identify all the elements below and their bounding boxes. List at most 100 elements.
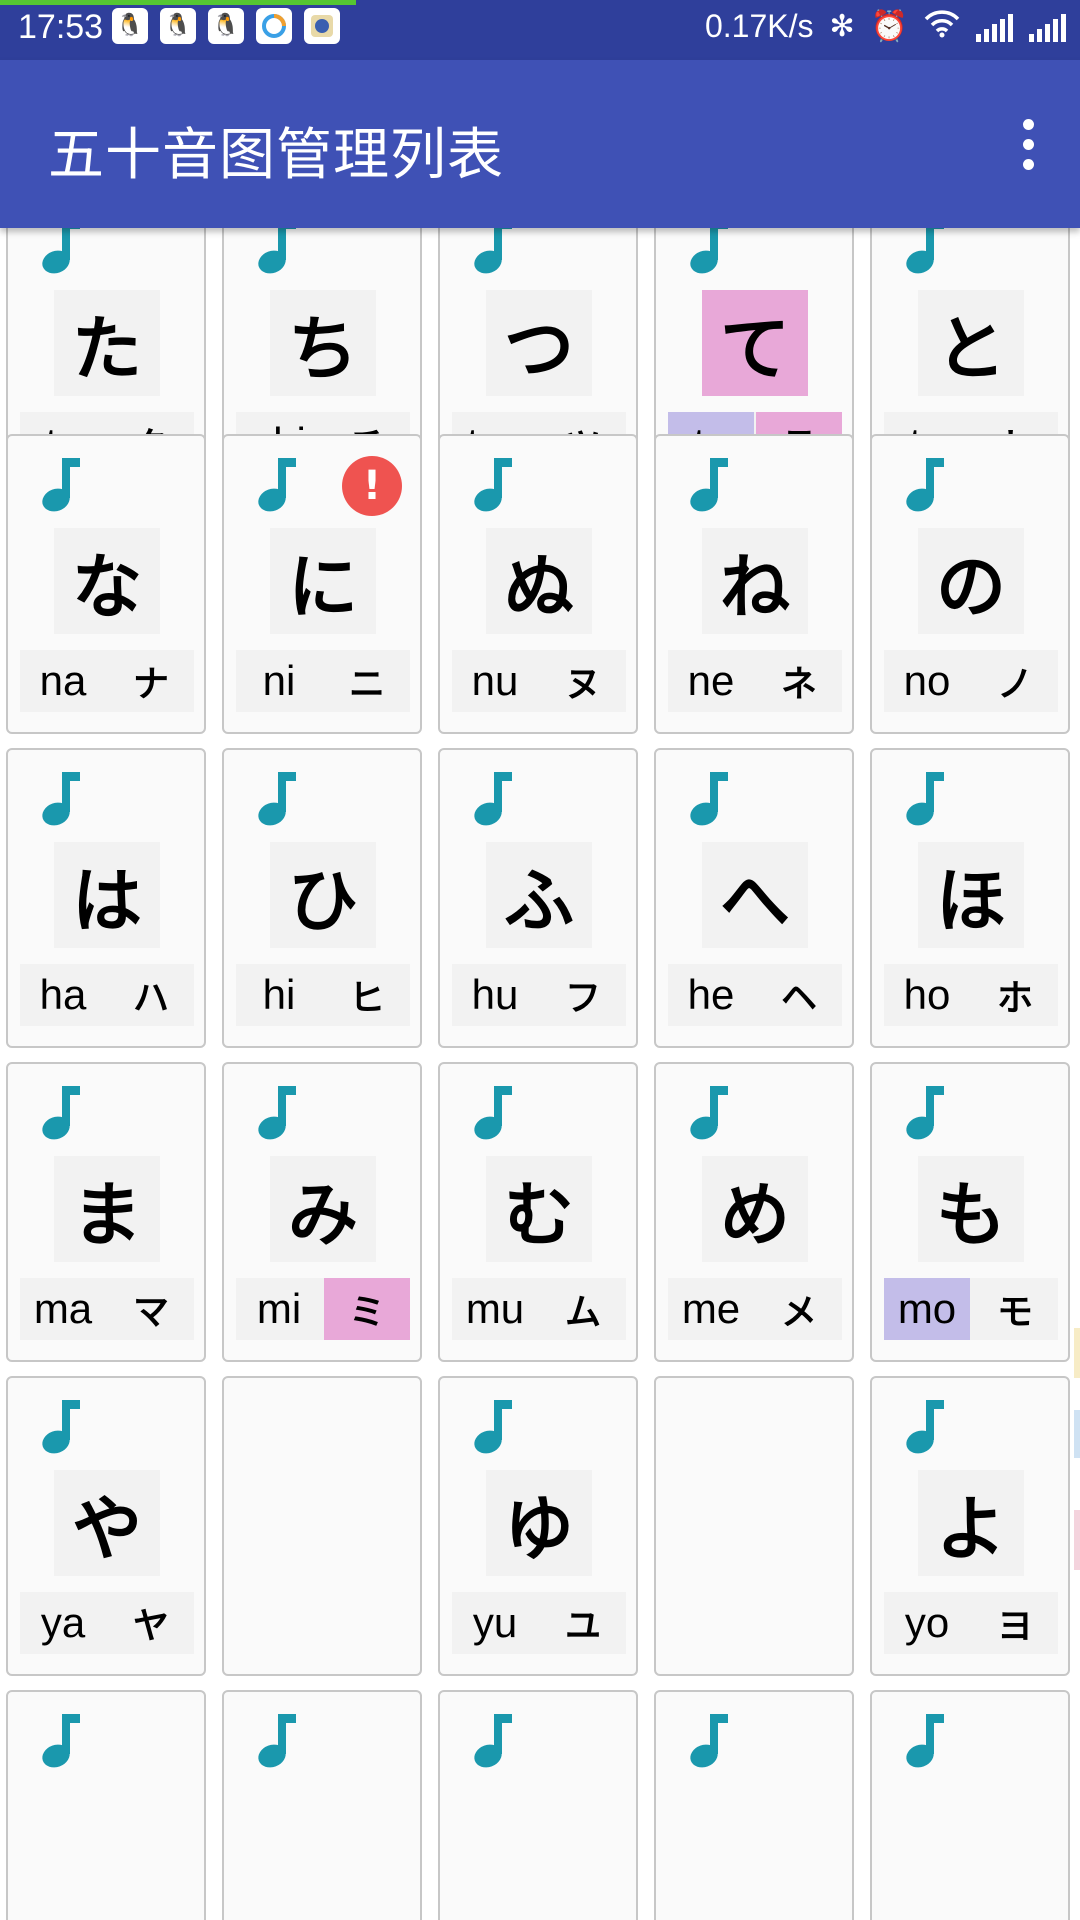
music-note-icon[interactable] — [470, 1396, 516, 1458]
app-bar: 五十音图管理列表 — [0, 60, 1080, 228]
scroll-edge-yellow — [1074, 1328, 1080, 1378]
kana-card[interactable]: は ha ハ — [6, 748, 206, 1048]
music-note-icon[interactable] — [902, 1710, 948, 1772]
kana-card[interactable]: ふ hu フ — [438, 748, 638, 1048]
kana-card[interactable] — [654, 1690, 854, 1920]
katakana-label: ミ — [324, 1278, 410, 1340]
music-note-icon[interactable] — [38, 1082, 84, 1144]
kana-readings: ha ハ — [20, 964, 194, 1026]
hiragana-char: ぬ — [486, 528, 592, 634]
wifi-icon — [924, 9, 960, 44]
kana-card[interactable] — [222, 1690, 422, 1920]
romaji-label: na — [39, 657, 87, 704]
katakana-label: ノ — [996, 663, 1033, 705]
kana-readings: ho ホ — [884, 964, 1058, 1026]
music-note-icon[interactable] — [254, 1082, 300, 1144]
music-note-icon[interactable] — [686, 228, 732, 278]
romaji-label: hi — [262, 971, 296, 1018]
kana-card[interactable] — [6, 1690, 206, 1920]
kana-card[interactable]: な na ナ — [6, 434, 206, 734]
kana-card[interactable]: や ya ヤ — [6, 1376, 206, 1676]
music-note-icon[interactable] — [38, 1396, 84, 1458]
music-note-icon[interactable] — [902, 1396, 948, 1458]
music-note-icon[interactable] — [470, 228, 516, 278]
kana-card[interactable]: ! に ni ニ — [222, 434, 422, 734]
kana-readings: he ヘ — [668, 964, 842, 1026]
kana-card[interactable]: へ he ヘ — [654, 748, 854, 1048]
music-note-icon[interactable] — [686, 1710, 732, 1772]
kana-card[interactable]: ぬ nu ヌ — [438, 434, 638, 734]
katakana-label: ニ — [348, 663, 385, 705]
music-note-icon[interactable] — [470, 1710, 516, 1772]
hiragana-char: ち — [270, 290, 376, 396]
music-note-icon[interactable] — [470, 1082, 516, 1144]
katakana-label: ホ — [996, 977, 1033, 1019]
signal-icon — [976, 12, 1013, 42]
kana-readings: no ノ — [884, 650, 1058, 712]
notification-icons: 🐧 🐧 🐧 — [112, 8, 340, 44]
music-note-icon[interactable] — [902, 768, 948, 830]
music-note-icon[interactable] — [686, 1082, 732, 1144]
hiragana-char: や — [54, 1470, 160, 1576]
qq-icon: 🐧 — [112, 8, 148, 44]
kana-card[interactable]: よ yo ヨ — [870, 1376, 1070, 1676]
katakana-label: ム — [564, 1291, 601, 1333]
music-note-icon[interactable] — [902, 1082, 948, 1144]
katakana-label: ユ — [564, 1605, 601, 1647]
music-note-icon[interactable] — [686, 768, 732, 830]
kana-card[interactable]: ひ hi ヒ — [222, 748, 422, 1048]
hiragana-char: め — [702, 1156, 808, 1262]
hiragana-char: ほ — [918, 842, 1024, 948]
romaji-label: ya — [40, 1599, 86, 1646]
music-note-icon[interactable] — [38, 228, 84, 278]
music-note-icon[interactable] — [470, 454, 516, 516]
music-note-icon[interactable] — [902, 454, 948, 516]
kana-card[interactable]: の no ノ — [870, 434, 1070, 734]
kana-card[interactable]: め me メ — [654, 1062, 854, 1362]
music-note-icon[interactable] — [38, 1710, 84, 1772]
badge-app-icon — [304, 8, 340, 44]
kana-card[interactable]: む mu ム — [438, 1062, 638, 1362]
music-note-icon[interactable] — [38, 454, 84, 516]
hiragana-char: ふ — [486, 842, 592, 948]
music-note-icon[interactable] — [254, 768, 300, 830]
kana-card[interactable]: ね ne ネ — [654, 434, 854, 734]
music-note-icon[interactable] — [254, 1710, 300, 1772]
kana-readings: yo ヨ — [884, 1592, 1058, 1654]
hiragana-char: は — [54, 842, 160, 948]
kana-card[interactable]: ほ ho ホ — [870, 748, 1070, 1048]
katakana-label: マ — [132, 1291, 169, 1333]
hiragana-char: ひ — [270, 842, 376, 948]
alert-badge[interactable]: ! — [342, 456, 402, 516]
overflow-menu-button[interactable] — [998, 112, 1058, 176]
romaji-label: no — [903, 657, 951, 704]
alarm-icon: ⏰ — [870, 8, 908, 44]
music-note-icon[interactable] — [902, 228, 948, 278]
romaji-label: yu — [472, 1599, 518, 1646]
music-note-icon[interactable] — [470, 768, 516, 830]
kana-card[interactable]: ゆ yu ユ — [438, 1376, 638, 1676]
music-note-icon[interactable] — [254, 454, 300, 516]
katakana-label: ネ — [780, 663, 817, 705]
hiragana-char: よ — [918, 1470, 1024, 1576]
romaji-label: mu — [465, 1285, 525, 1332]
romaji-label: ho — [903, 971, 951, 1018]
kana-card[interactable]: も mo モ — [870, 1062, 1070, 1362]
hiragana-char: の — [918, 528, 1024, 634]
music-note-icon[interactable] — [254, 228, 300, 278]
kana-card[interactable] — [870, 1690, 1070, 1920]
kana-card[interactable] — [438, 1690, 638, 1920]
music-note-icon[interactable] — [38, 768, 84, 830]
status-progress-bar — [0, 0, 357, 5]
romaji-label: me — [681, 1285, 741, 1332]
kana-card[interactable]: ま ma マ — [6, 1062, 206, 1362]
qq-icon: 🐧 — [160, 8, 196, 44]
kana-card[interactable]: み mi ミ — [222, 1062, 422, 1362]
music-note-icon[interactable] — [686, 454, 732, 516]
scroll-edge-pink — [1074, 1510, 1080, 1570]
hiragana-char: な — [54, 528, 160, 634]
hiragana-char: に — [270, 528, 376, 634]
katakana-label: フ — [564, 977, 601, 1019]
romaji-label: hu — [471, 971, 519, 1018]
scroll-edge-blue — [1074, 1410, 1080, 1458]
